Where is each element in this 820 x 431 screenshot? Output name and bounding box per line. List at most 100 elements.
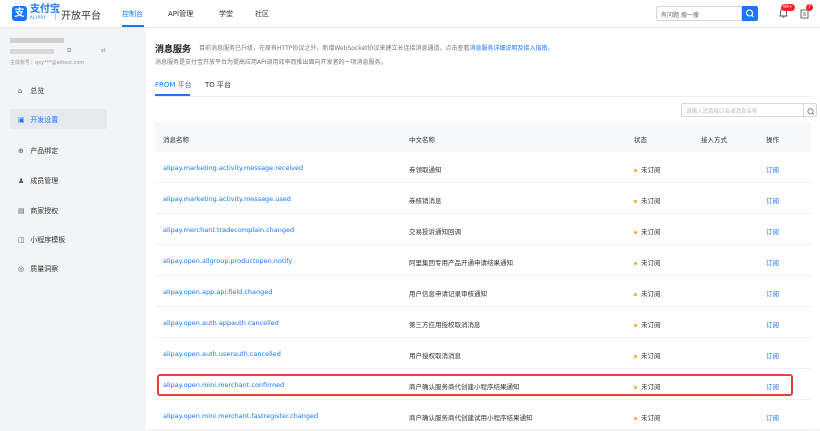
nav-academy[interactable]: 学堂 xyxy=(219,9,233,19)
sidebar-item-members[interactable]: ♟ 成员管理 xyxy=(10,170,107,190)
message-cn-name: 阿里集团专用产品开通申请结果通知 xyxy=(409,259,513,267)
service-description: 消息服务是支付宝开放平台为提高应用API调用效率而推出面向开发者的一项消息服务。 xyxy=(155,59,387,66)
nav-console[interactable]: 控制台 xyxy=(122,9,143,19)
column-header-access: 接入方式 xyxy=(701,136,727,144)
copy-icon[interactable]: ⧉ xyxy=(67,47,71,55)
platform-title: 开放平台 xyxy=(61,11,101,22)
status-badge: 未订阅 xyxy=(634,350,661,360)
members-icon: ♟ xyxy=(18,177,25,185)
message-cn-name: 第三方应用授权取消消息 xyxy=(409,321,481,329)
table-row: alipay.marketing.activity.message.receiv… xyxy=(155,152,811,183)
column-header-cn-name: 中文名称 xyxy=(409,136,435,144)
sidebar-item-overview[interactable]: ⌂ 总览 xyxy=(10,80,107,100)
account-name-redacted xyxy=(10,38,64,43)
subscribe-button[interactable]: 订阅 xyxy=(766,195,779,205)
alipay-logo-icon[interactable]: 支 xyxy=(12,6,27,21)
status-badge: 未订阅 xyxy=(634,257,661,267)
account-pid-redacted xyxy=(10,49,54,54)
subscribe-button[interactable]: 订阅 xyxy=(766,226,779,236)
table-row: alipay.open.auth.userauth.cancelled 用户授权… xyxy=(155,338,811,369)
table-row: alipay.marketing.activity.message.used 券… xyxy=(155,183,811,214)
switch-account-icon[interactable]: ⇄ xyxy=(101,47,106,54)
table-row: alipay.open.mini.merchant.confirmed 商户确认… xyxy=(155,369,811,400)
message-name-link[interactable]: alipay.open.auth.userauth.cancelled xyxy=(163,350,281,358)
message-filter-input[interactable]: 请输入消息接口名或消息名称 xyxy=(681,103,804,117)
nav-community[interactable]: 社区 xyxy=(255,9,269,19)
table-row: alipay.open.mini.merchant.fastregister.c… xyxy=(155,400,811,431)
column-header-name: 消息名称 xyxy=(163,136,189,144)
message-cn-name: 商户确认服务商代创建小程序结果通知 xyxy=(409,383,520,391)
nav-api-management[interactable]: API管理 xyxy=(168,9,193,19)
merchant-icon: ▤ xyxy=(18,207,25,215)
top-bar: 支 支付宝 ALIPAY 开放平台 控制台 API管理 学堂 社区 有问题 搜一… xyxy=(0,0,820,28)
upgrade-notice: 目前消息服务已升级，在原有HTTP协议之外，新增WebSocket协议来建立长连… xyxy=(199,43,554,52)
sidebar-item-label: 总览 xyxy=(30,87,45,95)
table-row: alipay.open.allgroup.productopen.notify … xyxy=(155,245,811,276)
sidebar-item-product-binding[interactable]: ⊕ 产品绑定 xyxy=(10,140,107,160)
main-panel: 消息服务 目前消息服务已升级，在原有HTTP协议之外，新增WebSocket协议… xyxy=(146,28,820,431)
subscribe-button[interactable]: 订阅 xyxy=(766,257,779,267)
message-name-link[interactable]: alipay.open.app.api.field.changed xyxy=(163,288,272,296)
logo-divider xyxy=(55,8,56,20)
message-name-link[interactable]: alipay.open.auth.appauth.cancelled xyxy=(163,319,279,327)
subscribe-button[interactable]: 订阅 xyxy=(766,288,779,298)
message-cn-name: 用户授权取消消息 xyxy=(409,352,461,360)
status-badge: 未订阅 xyxy=(634,195,661,205)
sidebar-item-label: 产品绑定 xyxy=(30,147,59,155)
tab-divider xyxy=(155,96,811,97)
subscribe-button[interactable]: 订阅 xyxy=(766,412,779,422)
todo-count-badge: 7 xyxy=(806,4,813,11)
tab-to-platform[interactable]: TO 平台 xyxy=(205,80,231,90)
product-icon: ⊕ xyxy=(18,147,24,155)
message-cn-name: 商户确认服务商代创建试用小程序结果通知 xyxy=(409,414,533,422)
filter-search-button[interactable] xyxy=(803,103,817,117)
template-icon: ◫ xyxy=(18,236,25,244)
subscribe-button[interactable]: 订阅 xyxy=(766,164,779,174)
message-name-link[interactable]: alipay.merchant.tradecomplain.changed xyxy=(163,226,294,234)
message-cn-name: 用户信息申请记录审核通知 xyxy=(409,290,487,298)
message-name-link[interactable]: alipay.open.mini.merchant.fastregister.c… xyxy=(163,412,318,420)
page-title: 消息服务 xyxy=(155,45,192,55)
message-count-badge: 99+ xyxy=(781,4,795,11)
search-button[interactable] xyxy=(742,6,758,21)
message-cn-name: 券核销消息 xyxy=(409,197,442,205)
subscribe-button[interactable]: 订阅 xyxy=(766,350,779,360)
message-cn-name: 交易投诉通知回调 xyxy=(409,228,461,236)
search-icon xyxy=(745,9,754,18)
account-id: 主体账号：qxy***@alitest.com xyxy=(10,60,85,66)
sidebar-item-dev-settings[interactable]: ▣ 开发设置 xyxy=(10,109,107,129)
table-row: alipay.open.app.api.field.changed 用户信息申请… xyxy=(155,276,811,307)
message-name-link[interactable]: alipay.open.allgroup.productopen.notify xyxy=(163,257,292,265)
subscribe-button[interactable]: 订阅 xyxy=(766,381,779,391)
status-badge: 未订阅 xyxy=(634,319,661,329)
sidebar-item-label: 开发设置 xyxy=(30,116,59,124)
status-badge: 未订阅 xyxy=(634,288,661,298)
status-badge: 未订阅 xyxy=(634,226,661,236)
upgrade-notice-text: 目前消息服务已升级，在原有HTTP协议之外，新增WebSocket协议来建立长连… xyxy=(199,45,470,52)
sidebar-item-label: 商家授权 xyxy=(30,207,59,215)
message-name-link[interactable]: alipay.open.mini.merchant.confirmed xyxy=(163,381,284,389)
search-icon xyxy=(807,108,815,116)
logo-subtext: ALIPAY xyxy=(30,15,47,20)
sidebar-item-label: 质量洞察 xyxy=(30,265,59,273)
sidebar-item-miniapp-template[interactable]: ◫ 小程序模板 xyxy=(10,229,107,249)
table-row: alipay.merchant.tradecomplain.changed 交易… xyxy=(155,214,811,245)
home-icon: ⌂ xyxy=(18,87,23,95)
sidebar-item-quality[interactable]: ◎ 质量洞察 xyxy=(10,258,107,278)
status-badge: 未订阅 xyxy=(634,412,661,422)
message-name-link[interactable]: alipay.marketing.activity.message.used xyxy=(163,195,291,203)
message-name-link[interactable]: alipay.marketing.activity.message.receiv… xyxy=(163,164,303,172)
guide-link[interactable]: 消息服务详细说明及接入指南。 xyxy=(470,45,554,52)
status-badge: 未订阅 xyxy=(634,381,661,391)
quality-icon: ◎ xyxy=(18,265,25,273)
tab-from-platform[interactable]: FROM 平台 xyxy=(155,80,192,90)
subscribe-button[interactable]: 订阅 xyxy=(766,319,779,329)
search-input[interactable]: 有问题 搜一搜 xyxy=(656,6,742,21)
message-cn-name: 券领取通知 xyxy=(409,166,442,174)
table-row: alipay.open.auth.appauth.cancelled 第三方应用… xyxy=(155,307,811,338)
sidebar-item-merchant-auth[interactable]: ▤ 商家授权 xyxy=(10,200,107,220)
sidebar-item-label: 小程序模板 xyxy=(30,236,66,244)
column-header-status: 状态 xyxy=(634,136,647,144)
status-badge: 未订阅 xyxy=(634,164,661,174)
nav-active-indicator xyxy=(122,25,144,27)
